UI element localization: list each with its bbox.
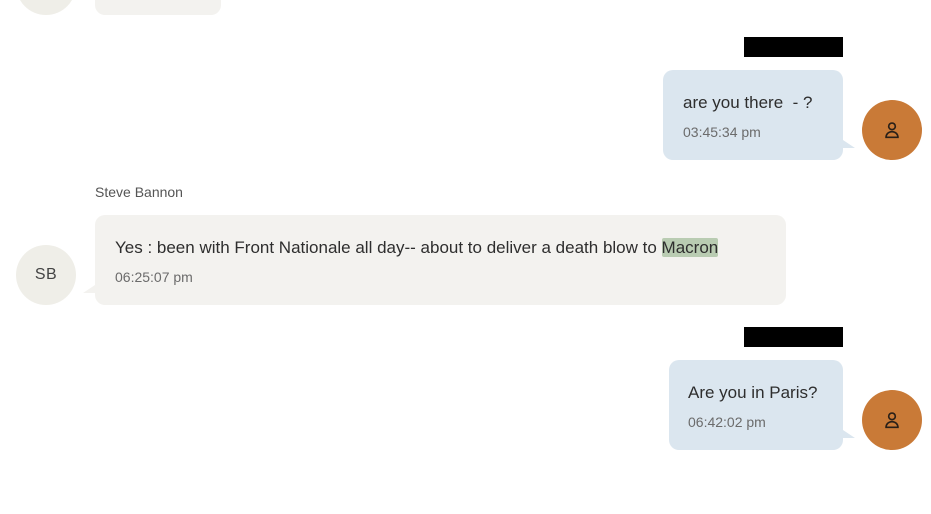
message-text: are you there - ? <box>683 93 813 112</box>
message-text: Yes : been with Front Nationale all day-… <box>115 238 719 258</box>
message-timestamp: 06:42:02 pm <box>688 414 766 430</box>
user-icon <box>885 122 899 139</box>
contact-avatar: SB <box>16 245 76 305</box>
sender-name: Steve Bannon <box>95 184 183 200</box>
bubble-tail <box>843 430 855 438</box>
message-timestamp: 03:45:34 pm <box>683 124 761 140</box>
message-text: Are you in Paris? <box>688 383 818 402</box>
avatar-initials: SB <box>34 266 58 283</box>
message-bubble: Yes : been with Front Nationale all day-… <box>95 215 786 305</box>
bubble-tail <box>843 140 855 148</box>
message-text-plain: Yes : been with Front Nationale all day-… <box>115 238 662 257</box>
redacted-sender-name <box>744 37 843 57</box>
user-avatar <box>862 390 922 450</box>
user-icon <box>885 412 899 429</box>
user-avatar <box>862 100 922 160</box>
message-timestamp: 06:25:07 pm <box>115 269 193 285</box>
search-highlight: Macron <box>661 238 719 257</box>
redacted-sender-name <box>744 327 843 347</box>
previous-avatar <box>16 0 76 15</box>
message-bubble: are you there - ? 03:45:34 pm <box>663 70 843 160</box>
message-bubble: Are you in Paris? 06:42:02 pm <box>669 360 843 450</box>
chat-thread: are you there - ? 03:45:34 pm Steve Bann… <box>0 0 931 514</box>
previous-message-bubble <box>95 0 221 15</box>
bubble-tail <box>83 285 95 293</box>
